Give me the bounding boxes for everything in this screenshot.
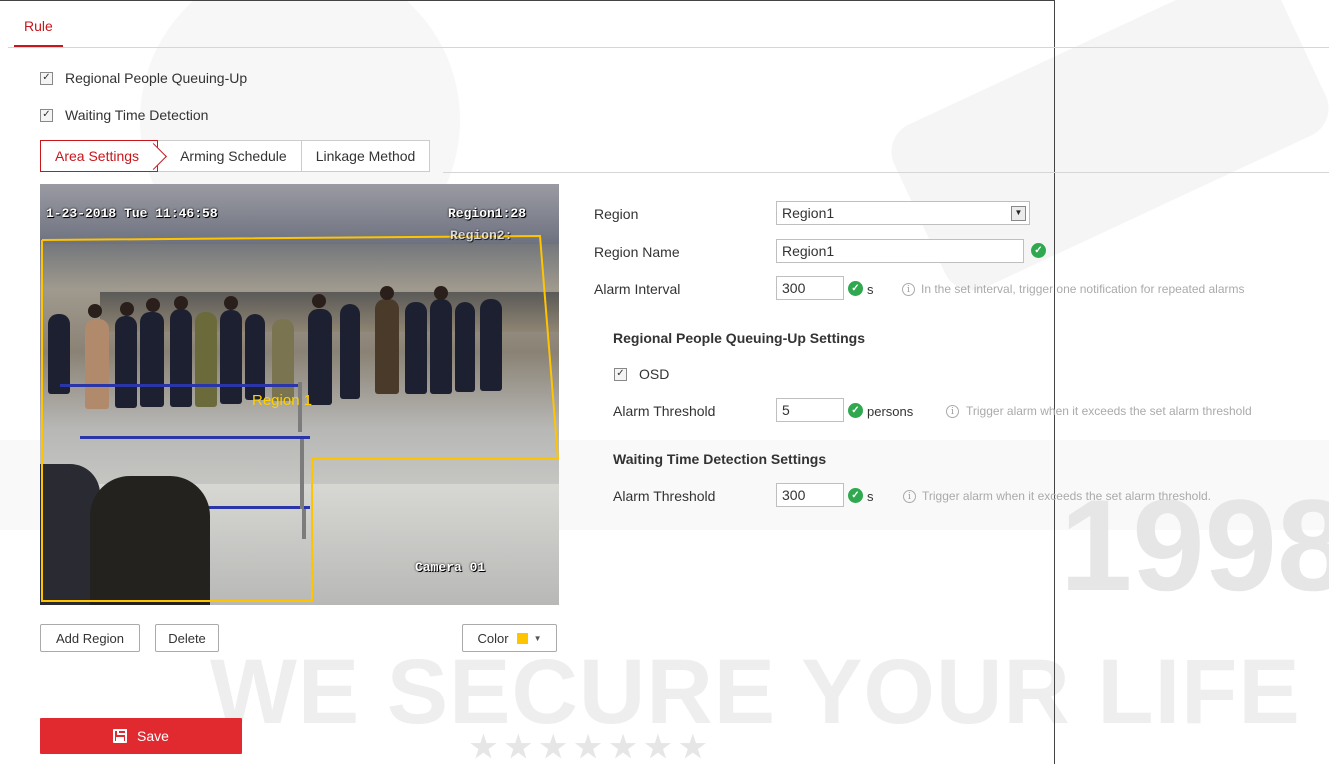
region-name-input[interactable]: Region1 bbox=[776, 239, 1024, 263]
delete-region-button[interactable]: Delete bbox=[155, 624, 219, 652]
add-region-button[interactable]: Add Region bbox=[40, 624, 140, 652]
info-icon: i bbox=[946, 405, 959, 418]
color-dropdown[interactable]: Color ▼ bbox=[462, 624, 557, 652]
save-label: Save bbox=[137, 728, 169, 744]
waiting-settings-title: Waiting Time Detection Settings bbox=[613, 451, 827, 467]
osd-checkbox[interactable]: ✓ bbox=[614, 367, 627, 381]
alarm-interval-label: Alarm Interval bbox=[594, 281, 681, 297]
region-overlay-label: Region 1 bbox=[252, 392, 313, 409]
region-outline[interactable] bbox=[41, 234, 559, 602]
subtab-bar: Area Settings Arming Schedule Linkage Me… bbox=[40, 140, 431, 172]
color-label: Color bbox=[477, 630, 509, 646]
region-select[interactable]: Region1 ▼ bbox=[776, 201, 1030, 225]
osd-timestamp: 1-23-2018 Tue 11:46:58 bbox=[46, 206, 218, 221]
tab-area-settings[interactable]: Area Settings bbox=[40, 140, 159, 172]
osd-label: OSD bbox=[639, 366, 670, 382]
info-icon: i bbox=[902, 283, 915, 296]
subtab-divider bbox=[443, 172, 1329, 173]
green-check-icon: ✓ bbox=[848, 403, 863, 418]
video-preview[interactable]: Region 1 1-23-2018 Tue 11:46:58 Region1:… bbox=[40, 184, 559, 605]
option-queuing-row[interactable]: ✓ Regional People Queuing-Up bbox=[40, 70, 247, 86]
region-select-value: Region1 bbox=[782, 205, 835, 221]
osd-region2-count: Region2: bbox=[450, 228, 513, 243]
queue-threshold-unit: persons bbox=[867, 404, 914, 419]
queue-threshold-label: Alarm Threshold bbox=[613, 403, 716, 419]
tab-linkage-method[interactable]: Linkage Method bbox=[301, 140, 431, 172]
waiting-label: Waiting Time Detection bbox=[65, 107, 209, 123]
color-swatch bbox=[516, 632, 528, 644]
alarm-interval-input[interactable]: 300 bbox=[776, 276, 844, 300]
option-waiting-row[interactable]: ✓ Waiting Time Detection bbox=[40, 107, 208, 123]
alarm-interval-unit: s bbox=[867, 282, 874, 297]
queue-threshold-input[interactable]: 5 bbox=[776, 398, 844, 422]
tab-rule[interactable]: Rule bbox=[14, 6, 63, 47]
queuing-label: Regional People Queuing-Up bbox=[65, 70, 248, 86]
waiting-threshold-label: Alarm Threshold bbox=[613, 488, 716, 504]
tab-divider bbox=[8, 47, 1329, 48]
queuing-settings-title: Regional People Queuing-Up Settings bbox=[613, 330, 866, 346]
waiting-threshold-input[interactable]: 300 bbox=[776, 483, 844, 507]
queue-threshold-hint: Trigger alarm when it exceeds the set al… bbox=[966, 404, 1252, 418]
queuing-checkbox[interactable]: ✓ bbox=[40, 71, 53, 85]
chevron-down-icon[interactable]: ▼ bbox=[1011, 205, 1026, 221]
info-icon: i bbox=[903, 490, 916, 503]
save-button[interactable]: Save bbox=[40, 718, 242, 754]
region-name-label: Region Name bbox=[594, 244, 680, 260]
tab-arming-schedule[interactable]: Arming Schedule bbox=[158, 140, 302, 172]
osd-region1-count: Region1:28 bbox=[448, 206, 527, 221]
green-check-icon: ✓ bbox=[848, 281, 863, 296]
region-label: Region bbox=[594, 206, 639, 222]
green-check-icon: ✓ bbox=[1031, 243, 1046, 258]
chevron-down-icon: ▼ bbox=[533, 633, 542, 643]
waiting-threshold-unit: s bbox=[867, 489, 874, 504]
green-check-icon: ✓ bbox=[848, 488, 863, 503]
waiting-checkbox[interactable]: ✓ bbox=[40, 108, 53, 122]
osd-camera-name: Camera 01 bbox=[415, 560, 486, 575]
alarm-interval-hint: In the set interval, trigger one notific… bbox=[921, 282, 1245, 296]
waiting-threshold-hint: Trigger alarm when it exceeds the set al… bbox=[922, 489, 1212, 503]
osd-row[interactable]: ✓ OSD bbox=[614, 366, 669, 382]
save-icon bbox=[113, 729, 128, 743]
